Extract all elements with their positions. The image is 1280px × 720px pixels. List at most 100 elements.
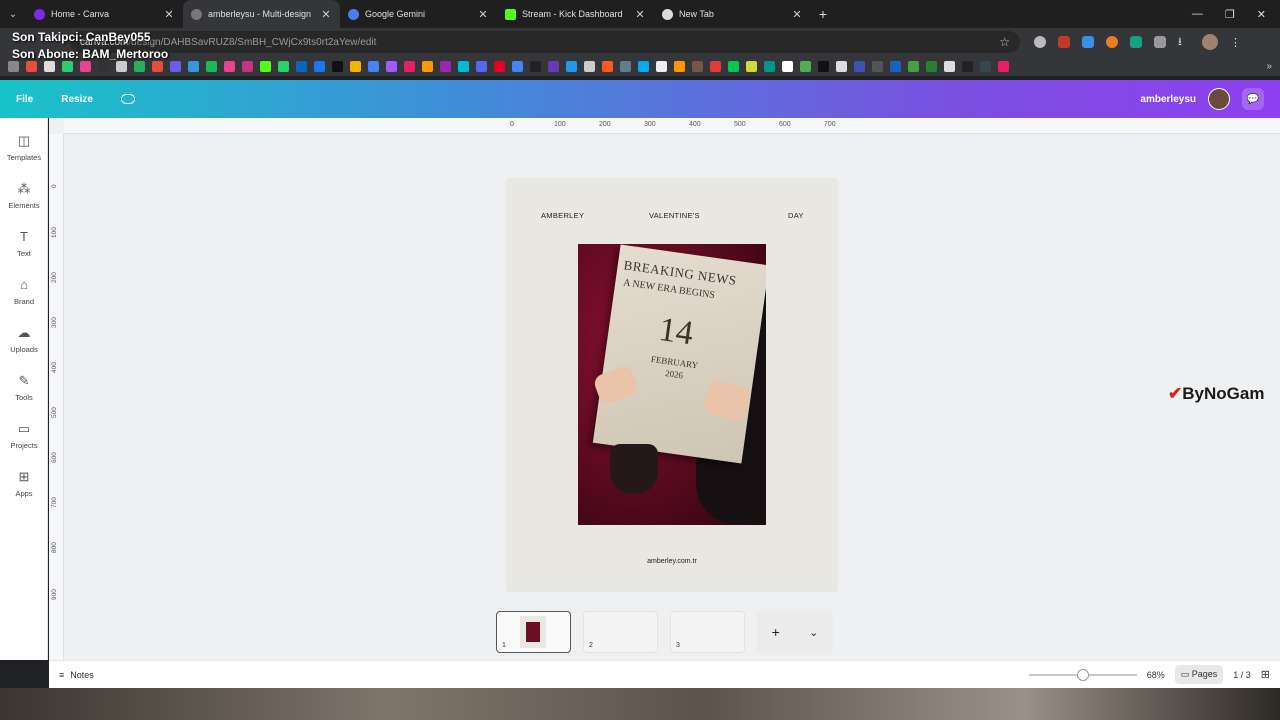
comment-icon[interactable]: 💬 [1242, 88, 1264, 110]
sidebar-item-apps[interactable]: ⊞ Apps [0, 460, 48, 508]
bookmark-icon[interactable] [980, 60, 991, 72]
bookmark-star-icon[interactable]: ☆ [999, 35, 1010, 49]
bookmark-icon[interactable] [620, 60, 631, 72]
page-thumbnail[interactable]: 3 [670, 611, 745, 653]
bookmark-icon[interactable] [944, 60, 955, 72]
bookmark-icon[interactable] [530, 60, 541, 72]
bookmark-icon[interactable] [224, 60, 235, 72]
bookmark-icon[interactable] [566, 60, 577, 72]
tab-close-icon[interactable]: ✕ [791, 8, 803, 21]
bookmark-icon[interactable] [926, 60, 937, 72]
tab-multi-design[interactable]: amberleysu - Multi-design ✕ [183, 0, 340, 28]
bookmark-icon[interactable] [782, 60, 793, 72]
bookmark-icon[interactable] [314, 60, 325, 72]
bookmark-icon[interactable] [242, 60, 253, 72]
minimize-icon[interactable]: — [1192, 8, 1203, 21]
bookmark-icon[interactable] [422, 60, 433, 72]
pages-button[interactable]: ▭ Pages [1174, 665, 1224, 684]
canvas-area[interactable]: 0 100 200 300 400 500 600 700 0 100 200 … [49, 118, 1280, 660]
bookmark-icon[interactable] [512, 60, 523, 72]
sidebar-item-uploads[interactable]: ☁ Uploads [0, 316, 48, 364]
bookmark-icon[interactable] [152, 60, 163, 72]
resize-button[interactable]: Resize [61, 94, 93, 105]
bookmark-icon[interactable] [440, 60, 451, 72]
new-tab-button[interactable]: + [811, 6, 835, 22]
bookmark-icon[interactable] [116, 60, 127, 72]
sidebar-item-templates[interactable]: ◫ Templates [0, 124, 48, 172]
user-name[interactable]: amberleysu [1140, 94, 1196, 105]
tab-search-button[interactable]: ⌄ [0, 0, 26, 28]
bookmark-icon[interactable] [170, 60, 181, 72]
bookmark-icon[interactable] [656, 60, 667, 72]
user-avatar[interactable] [1208, 88, 1230, 110]
apps-grid-icon[interactable] [8, 60, 19, 72]
page-footer-url[interactable]: amberley.com.tr [507, 558, 837, 565]
bookmark-icon[interactable] [638, 60, 649, 72]
tab-close-icon[interactable]: ✕ [477, 8, 489, 21]
sidebar-item-brand[interactable]: ⌂ Brand [0, 268, 48, 316]
bookmark-icon[interactable] [80, 60, 91, 72]
bookmark-icon[interactable] [908, 60, 919, 72]
tab-close-icon[interactable]: ✕ [634, 8, 646, 21]
bookmark-icon[interactable] [26, 60, 37, 72]
page-thumbnail[interactable]: 1 [496, 611, 571, 653]
bookmark-icon[interactable] [494, 60, 505, 72]
sidebar-item-tools[interactable]: ✎ Tools [0, 364, 48, 412]
bookmark-icon[interactable] [836, 60, 847, 72]
bookmark-icon[interactable] [386, 60, 397, 72]
bookmark-icon[interactable] [818, 60, 829, 72]
bookmark-icon[interactable] [188, 60, 199, 72]
chevron-down-icon[interactable]: ⌄ [809, 626, 818, 639]
bookmark-icon[interactable] [404, 60, 415, 72]
bookmark-icon[interactable] [278, 60, 289, 72]
tab-new-tab[interactable]: New Tab ✕ [654, 0, 811, 28]
newspaper-photo[interactable]: BREAKING NEWS A NEW ERA BEGINS 14 FEBRUA… [578, 244, 766, 525]
close-window-icon[interactable]: ✕ [1257, 8, 1266, 21]
tab-home-canva[interactable]: Home - Canva ✕ [26, 0, 183, 28]
bookmark-icon[interactable] [692, 60, 703, 72]
bookmark-icon[interactable] [710, 60, 721, 72]
bookmark-icon[interactable] [890, 60, 901, 72]
extension-icon[interactable] [1034, 36, 1046, 48]
bookmark-icon[interactable] [260, 60, 271, 72]
grid-view-icon[interactable]: ⊞ [1261, 668, 1270, 681]
zoom-slider[interactable] [1028, 668, 1137, 681]
sidebar-item-projects[interactable]: ▭ Projects [0, 412, 48, 460]
bookmark-icon[interactable] [44, 60, 55, 72]
bookmark-icon[interactable] [602, 60, 613, 72]
bookmark-icon[interactable] [206, 60, 217, 72]
bookmark-icon[interactable] [872, 60, 883, 72]
bookmark-icon[interactable] [746, 60, 757, 72]
bookmark-icon[interactable] [296, 60, 307, 72]
download-icon[interactable]: ⭳ [1178, 36, 1190, 48]
tab-kick-dashboard[interactable]: Stream - Kick Dashboard ✕ [497, 0, 654, 28]
extension-icon[interactable] [1106, 36, 1118, 48]
zoom-level[interactable]: 68% [1147, 670, 1165, 680]
bookmark-icon[interactable] [998, 60, 1009, 72]
header-right-text[interactable]: DAY [788, 211, 804, 220]
bookmark-icon[interactable] [800, 60, 811, 72]
restore-icon[interactable]: ❐ [1225, 8, 1235, 21]
zoom-slider-handle[interactable] [1076, 668, 1089, 681]
notes-button[interactable]: ≡ Notes [59, 670, 94, 680]
add-page-button[interactable]: + ⌄ [757, 611, 833, 653]
tab-close-icon[interactable]: ✕ [163, 8, 175, 21]
header-center-text[interactable]: VALENTINE'S [649, 211, 700, 220]
bookmark-icon[interactable] [962, 60, 973, 72]
bookmark-icon[interactable] [674, 60, 685, 72]
file-menu-button[interactable]: File [16, 94, 33, 105]
bookmark-icon[interactable] [134, 60, 145, 72]
bookmark-icon[interactable] [548, 60, 559, 72]
bookmark-icon[interactable] [476, 60, 487, 72]
bookmark-icon[interactable] [332, 60, 343, 72]
cloud-save-icon[interactable] [120, 94, 135, 104]
design-page[interactable]: AMBERLEY VALENTINE'S DAY BREAKING NEWS A… [507, 178, 837, 590]
bookmark-icon[interactable] [368, 60, 379, 72]
tab-gemini[interactable]: Google Gemini ✕ [340, 0, 497, 28]
more-bookmarks-icon[interactable]: » [1266, 61, 1272, 72]
bookmark-icon[interactable] [98, 60, 109, 72]
bookmark-icon[interactable] [62, 60, 73, 72]
profile-avatar[interactable] [1202, 34, 1218, 50]
bookmark-icon[interactable] [764, 60, 775, 72]
tab-close-icon[interactable]: ✕ [320, 8, 332, 21]
